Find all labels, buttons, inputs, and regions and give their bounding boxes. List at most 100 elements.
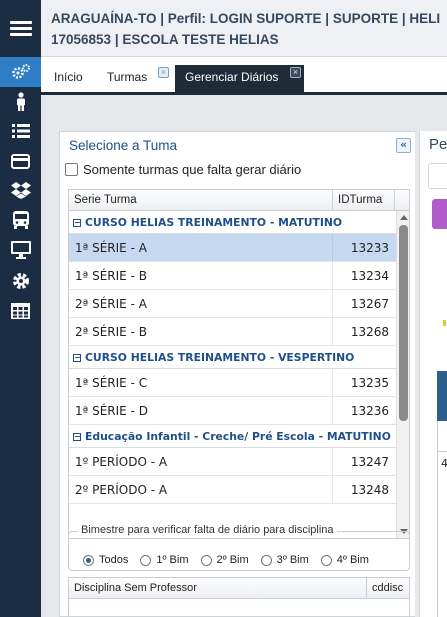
- idturma-cell: 13267: [332, 290, 395, 317]
- radio-1-bim[interactable]: 1º Bim: [140, 554, 189, 566]
- tab-turmas[interactable]: Turmas ×: [97, 65, 173, 92]
- table-row[interactable]: 1ª SÉRIE - B 13234: [69, 262, 397, 290]
- radio-label: 1º Bim: [156, 554, 189, 566]
- radio-2-bim[interactable]: 2º Bim: [200, 554, 249, 566]
- radio-button[interactable]: [200, 554, 212, 566]
- column-header-spacer: [394, 190, 409, 210]
- settings-gears-icon[interactable]: [0, 57, 41, 87]
- group-name: Educação Infantil - Creche/ Pré Escola -…: [85, 430, 391, 443]
- close-tab-icon[interactable]: ×: [158, 67, 169, 78]
- tab-label: Gerenciar Diários: [185, 70, 279, 84]
- collapse-group-icon[interactable]: −: [73, 433, 81, 441]
- radio-label: Todos: [99, 554, 129, 566]
- right-grid-divider: [438, 451, 447, 452]
- collapse-group-icon[interactable]: −: [73, 354, 81, 362]
- column-header-cddisc[interactable]: cddisc: [366, 578, 403, 598]
- disciplinas-grid: Disciplina Sem Professor cddisc: [68, 577, 410, 617]
- turmas-grid: Serie Turma IDTurma − CURSO HELIAS TREINA…: [68, 189, 410, 539]
- table-row[interactable]: 2ª SÉRIE - A 13267: [69, 290, 397, 318]
- radio-button[interactable]: [260, 554, 272, 566]
- idturma-cell: 13235: [332, 369, 395, 396]
- close-tab-icon[interactable]: ×: [290, 67, 301, 78]
- right-grid-cell: 4: [441, 457, 447, 470]
- dropbox-icon[interactable]: [0, 175, 41, 205]
- table-row[interactable]: 1ª SÉRIE - D 13236: [69, 397, 397, 425]
- bus-icon[interactable]: [0, 205, 41, 235]
- radio-4-bim[interactable]: 4º Bim: [320, 554, 369, 566]
- radio-label: 4º Bim: [336, 554, 369, 566]
- right-panel-marker: [443, 320, 446, 326]
- radio-label: 3º Bim: [276, 554, 309, 566]
- bimestre-radio-group: Todos 1º Bim 2º Bim 3º Bim 4º Bim: [83, 554, 381, 566]
- serie-cell: 2ª SÉRIE - A: [75, 297, 147, 311]
- radio-button[interactable]: [320, 554, 332, 566]
- monitor-icon[interactable]: [0, 235, 41, 265]
- idturma-cell: 13233: [332, 234, 395, 261]
- collapse-panel-button[interactable]: «: [396, 138, 411, 153]
- serie-cell: 2ª SÉRIE - B: [75, 325, 147, 339]
- grid-body: − CURSO HELIAS TREINAMENTO - MATUTINO 1ª …: [69, 211, 397, 504]
- right-grid: [437, 421, 447, 617]
- only-missing-filter[interactable]: Somente turmas que falta gerar diário: [65, 162, 301, 177]
- card-icon[interactable]: [0, 146, 41, 176]
- column-header-disciplina[interactable]: Disciplina Sem Professor: [74, 582, 197, 594]
- grid-scrollbar[interactable]: [396, 211, 409, 538]
- table-row[interactable]: 2ª SÉRIE - B 13268: [69, 318, 397, 346]
- radio-button[interactable]: [83, 554, 94, 566]
- hamburger-menu-icon[interactable]: [0, 0, 41, 57]
- serie-cell: 1ª SÉRIE - A: [75, 241, 147, 255]
- tab-bar: Início Turmas × Gerenciar Diários ×: [41, 57, 447, 95]
- right-panel-title: Pe: [429, 136, 447, 153]
- header-user-info: ARAGUAÍNA-TO | Perfil: LOGIN SUPORTE | S…: [41, 0, 447, 57]
- right-grid-header: [437, 371, 447, 421]
- table-row[interactable]: 2º PERÍODO - A 13248: [69, 476, 397, 504]
- table-icon[interactable]: [0, 296, 41, 326]
- panel-title: Selecione a Tuma: [69, 138, 178, 153]
- bimestre-fieldset: Bimestre para verificar falta de diário …: [68, 524, 410, 571]
- right-panel-input[interactable]: [428, 163, 447, 189]
- select-turma-panel: Selecione a Tuma « Somente turmas que fa…: [59, 131, 415, 617]
- serie-cell: 1º PERÍODO - A: [75, 455, 168, 469]
- gear-icon[interactable]: [0, 266, 41, 296]
- serie-cell: 1ª SÉRIE - B: [75, 269, 147, 283]
- right-panel-button[interactable]: [432, 199, 447, 229]
- tab-label: Início: [54, 70, 83, 84]
- collapse-group-icon[interactable]: −: [73, 219, 81, 227]
- column-header-serie-turma[interactable]: Serie Turma: [74, 194, 137, 206]
- idturma-cell: 13248: [332, 476, 395, 503]
- group-header[interactable]: − Educação Infantil - Creche/ Pré Escola …: [69, 425, 397, 448]
- list-icon[interactable]: [0, 116, 41, 146]
- group-name: CURSO HELIAS TREINAMENTO - MATUTINO: [85, 216, 343, 229]
- idturma-cell: 13268: [332, 318, 395, 345]
- sidebar: [0, 0, 41, 617]
- idturma-cell: 13247: [332, 448, 395, 475]
- bimestre-legend: Bimestre para verificar falta de diário …: [78, 524, 337, 536]
- serie-cell: 1ª SÉRIE - C: [75, 376, 148, 390]
- only-missing-checkbox[interactable]: [65, 163, 78, 176]
- tab-label: Turmas: [107, 70, 148, 84]
- only-missing-label: Somente turmas que falta gerar diário: [83, 162, 302, 177]
- serie-cell: 1ª SÉRIE - D: [75, 404, 148, 418]
- table-row[interactable]: 1º PERÍODO - A 13247: [69, 448, 397, 476]
- tab-gerenciar-diarios[interactable]: Gerenciar Diários ×: [175, 65, 304, 92]
- idturma-cell: 13234: [332, 262, 395, 289]
- group-name: CURSO HELIAS TREINAMENTO - VESPERTINO: [85, 351, 355, 364]
- disciplinas-grid-header: Disciplina Sem Professor cddisc: [69, 578, 409, 599]
- tab-inicio[interactable]: Início: [44, 65, 97, 92]
- column-header-idturma[interactable]: IDTurma: [332, 190, 394, 210]
- table-row[interactable]: 1ª SÉRIE - C 13235: [69, 369, 397, 397]
- group-header[interactable]: − CURSO HELIAS TREINAMENTO - MATUTINO: [69, 211, 397, 234]
- person-icon[interactable]: [0, 87, 41, 117]
- group-header[interactable]: − CURSO HELIAS TREINAMENTO - VESPERTINO: [69, 346, 397, 369]
- scroll-up-icon[interactable]: [400, 215, 408, 220]
- right-panel: Pe 4: [419, 131, 447, 617]
- scroll-thumb[interactable]: [399, 225, 408, 421]
- header-line-2: 17056853 | ESCOLA TESTE HELIAS: [51, 32, 279, 47]
- serie-cell: 2º PERÍODO - A: [75, 483, 168, 497]
- table-row[interactable]: 1ª SÉRIE - A 13233: [69, 234, 397, 262]
- header-line-1: ARAGUAÍNA-TO | Perfil: LOGIN SUPORTE | S…: [51, 11, 441, 26]
- idturma-cell: 13236: [332, 397, 395, 424]
- radio-3-bim[interactable]: 3º Bim: [260, 554, 309, 566]
- radio-button[interactable]: [140, 554, 152, 566]
- radio-todos[interactable]: Todos: [83, 554, 128, 566]
